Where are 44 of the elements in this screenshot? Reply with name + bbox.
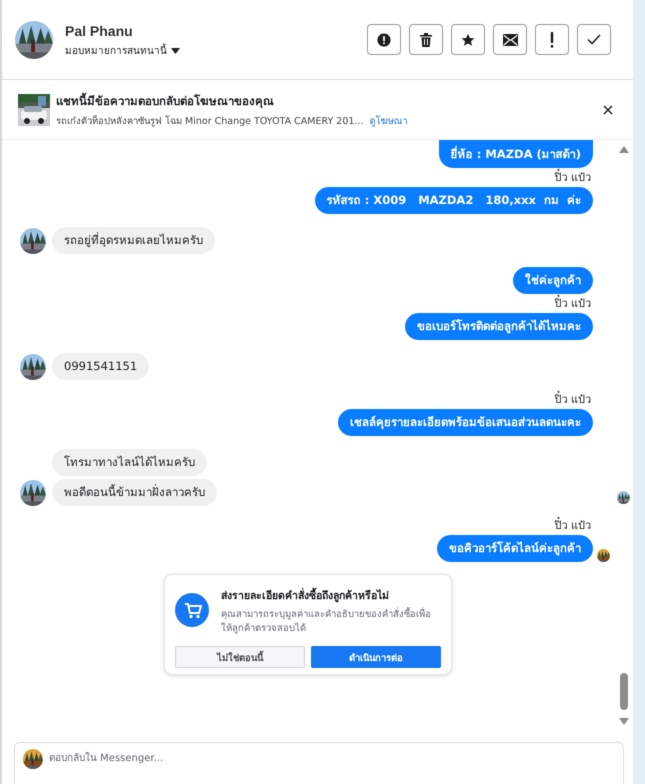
close-button[interactable] [601, 102, 615, 116]
view-ad-link[interactable]: ดูโฆษณา [369, 112, 408, 128]
important-button[interactable] [535, 24, 569, 55]
done-button[interactable] [577, 24, 611, 55]
scroll-up-icon[interactable] [619, 146, 629, 153]
contact-name: Pal Phanu [65, 23, 134, 39]
envelope-icon [502, 34, 518, 46]
received-message: รถอยู่ที่อุดรหมดเลยไหมครับ [52, 227, 215, 254]
scrollbar-thumb[interactable] [620, 673, 628, 710]
prompt-description: คุณสามารถระบุมูลค่าและคำอธิบายของคำสั่งซื้อเพื่อให้ลูกค้าตรวจสอบได้ [221, 608, 432, 636]
received-message: โทรมาทางไลน์ได้ไหมครับ [52, 449, 207, 476]
alert-icon [377, 32, 391, 46]
received-message: 0991541151 [52, 353, 150, 380]
delete-button[interactable] [409, 24, 443, 55]
sent-message: ขอคิวอาร์โค้ดไลน์ค่ะลูกค้า [437, 535, 593, 562]
sender-name: ปิ๋ว แป๋ว [554, 393, 591, 407]
continue-button[interactable]: ดำเนินการต่อ [311, 646, 441, 668]
caret-icon [171, 48, 180, 54]
report-button[interactable] [367, 24, 401, 55]
prompt-title: ส่งรายละเอียดคำสั่งซื้อถึงลูกค้าหรือไม่ [221, 587, 441, 604]
sent-message: รหัสรถ : X009 MAZDA2 180,xxx กม ค่ะ [314, 187, 593, 214]
checkmark-icon [587, 34, 601, 45]
sender-name: ปิ๋ว แป๋ว [554, 171, 591, 185]
scroll-down-icon[interactable] [619, 718, 629, 725]
mail-button[interactable] [493, 24, 527, 55]
sent-message: ขอเบอร์โทรติดต่อลูกค้าได้ไหมคะ [405, 313, 593, 340]
reply-box[interactable]: ตอบกลับใน Messenger... [14, 742, 624, 784]
not-now-button[interactable]: ไม่ใช่ตอนนี้ [175, 646, 305, 668]
received-message: พอดีตอนนี้ข้ามมาฝั่งลาวครับ [52, 479, 217, 506]
cart-icon [175, 593, 209, 627]
reply-field[interactable]: ตอบกลับใน Messenger... [49, 749, 615, 768]
trash-icon [420, 32, 432, 46]
star-icon [461, 32, 475, 46]
assign-dropdown[interactable]: มอบหมายการสนทนานี้ [65, 43, 180, 58]
sender-name: ปิ๋ว แป๋ว [554, 297, 591, 311]
close-icon [603, 104, 613, 114]
sent-message: เชลล์คุยรายละเอียดพร้อมข้อเสนอส่วนลดนะคะ [338, 409, 593, 436]
exclamation-icon [550, 32, 554, 48]
ad-reply-title: แชทนี้มีข้อความตอบกลับต่อโฆษณาของคุณ [56, 92, 275, 110]
star-button[interactable] [451, 24, 485, 55]
sent-message: ยี่ห้อ : MAZDA (มาสด้า) [438, 140, 593, 168]
sent-message: ใช่ค่ะลูกค้า [513, 267, 593, 294]
ad-description: รถเก๋งตัวท็อปหลังคาซันรูฟ โฉม Minor Change TOYOTA CAMERY 201... [56, 114, 364, 128]
sender-name: ปิ๋ว แป๋ว [554, 519, 591, 533]
